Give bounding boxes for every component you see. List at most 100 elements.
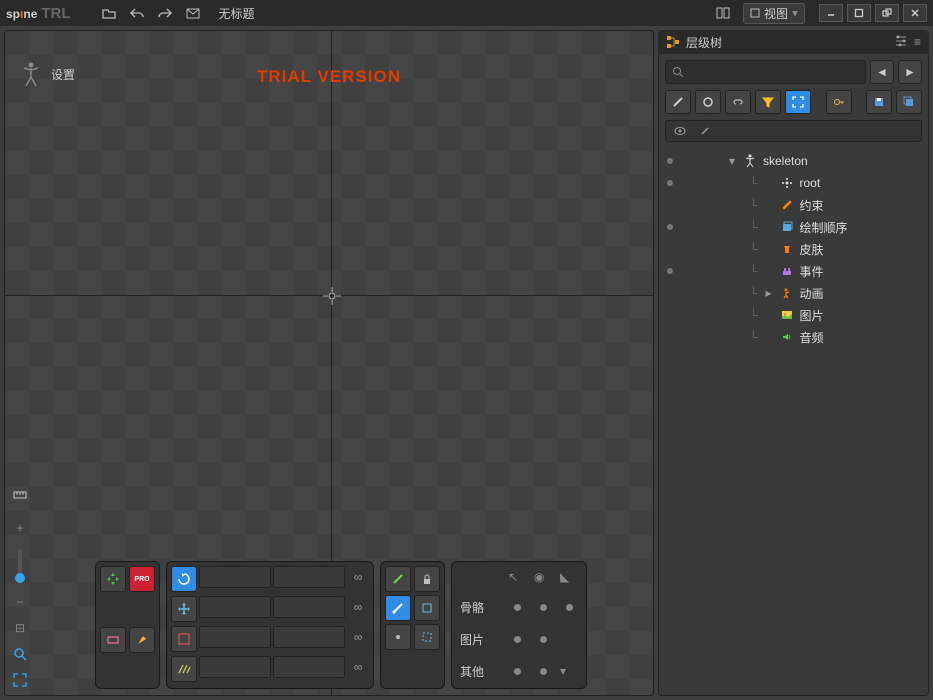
toggle-dot[interactable] (667, 158, 673, 164)
weights-tool[interactable] (100, 627, 126, 653)
visibility-panel: ↖ ◉ ◣ 骨骼 图片 其他 ▾ (451, 561, 587, 689)
layout-icon[interactable] (713, 3, 733, 23)
close-button[interactable] (903, 4, 927, 22)
tree-row[interactable]: └约束 (665, 194, 922, 216)
slot-filter[interactable] (695, 90, 721, 114)
viewport[interactable]: 设置 TRIAL VERSION + − ⊟ PRO (4, 30, 654, 696)
tree-row[interactable]: └▸动画 (665, 282, 922, 304)
translate-tool[interactable] (171, 596, 197, 622)
vis-other-select[interactable] (514, 668, 521, 675)
bone-tool[interactable] (385, 566, 411, 592)
link-icon[interactable]: ∞ (347, 566, 369, 588)
rotate-field-2[interactable] (273, 566, 345, 588)
filter-icon[interactable] (755, 90, 781, 114)
fit-icon[interactable] (11, 671, 29, 689)
toggle-dot[interactable] (667, 180, 673, 186)
save-icon[interactable] (866, 90, 892, 114)
audio-icon (780, 330, 794, 344)
bounds-icon[interactable] (414, 624, 440, 650)
modifier-panel (380, 561, 445, 689)
maximize-button[interactable] (847, 4, 871, 22)
setup-icon (21, 61, 41, 87)
man-icon (743, 154, 757, 168)
viewport-left-tools: + − ⊟ (11, 489, 29, 689)
trial-tag: TRL (41, 5, 70, 22)
vis-bones-label: 骨骼 (460, 599, 500, 616)
toggle-dot[interactable] (667, 224, 673, 230)
create-tool[interactable] (129, 627, 155, 653)
open-icon[interactable] (99, 3, 119, 23)
tree-row[interactable]: └皮肤 (665, 238, 922, 260)
view-dropdown[interactable]: 视图 ▾ (743, 3, 805, 24)
minus-icon[interactable]: − (11, 593, 29, 611)
zoom-icon[interactable] (11, 645, 29, 663)
tree-row[interactable]: └事件 (665, 260, 922, 282)
shear-tool[interactable] (171, 656, 197, 682)
one-to-one-icon[interactable]: ⊟ (11, 619, 29, 637)
link-icon-4[interactable]: ∞ (347, 656, 369, 678)
shear-y-field[interactable] (273, 656, 345, 678)
next-button[interactable]: ► (898, 60, 922, 84)
attachment-filter[interactable] (725, 90, 751, 114)
key-icon[interactable] (826, 90, 852, 114)
minimize-button[interactable] (819, 4, 843, 22)
restore-button[interactable] (875, 4, 899, 22)
tree-row[interactable]: └音频 (665, 326, 922, 348)
visibility-col-icon[interactable] (674, 126, 686, 136)
rotate-field[interactable] (199, 566, 271, 588)
pro-badge[interactable]: PRO (129, 566, 155, 592)
scale-x-field[interactable] (199, 626, 271, 648)
mail-icon[interactable] (183, 3, 203, 23)
vis-bones-show[interactable] (540, 604, 547, 611)
trial-watermark: TRIAL VERSION (257, 67, 401, 87)
tree-item-label: 皮肤 (800, 241, 824, 258)
order-icon (780, 220, 794, 234)
vis-bones-name[interactable] (566, 604, 573, 611)
tree-row[interactable]: └绘制顺序 (665, 216, 922, 238)
tree-row[interactable]: └root (665, 172, 922, 194)
move-tool[interactable] (100, 566, 126, 592)
expand-toggle[interactable]: ▸ (764, 286, 774, 300)
save-all-icon[interactable] (896, 90, 922, 114)
expand-toggle[interactable]: ▾ (727, 154, 737, 168)
img-icon (780, 308, 794, 322)
link-icon-2[interactable]: ∞ (347, 596, 369, 618)
prev-button[interactable]: ◄ (870, 60, 894, 84)
translate-y-field[interactable] (273, 596, 345, 618)
menu-icon[interactable]: ≡ (914, 35, 921, 49)
toggle-dot[interactable] (667, 268, 673, 274)
mode-label[interactable]: 设置 (21, 61, 75, 87)
vis-images-show[interactable] (540, 636, 547, 643)
compensate-icon[interactable] (414, 595, 440, 621)
search-input[interactable] (665, 60, 866, 84)
tree-row[interactable]: ▾skeleton (665, 150, 922, 172)
link-icon-3[interactable]: ∞ (347, 626, 369, 648)
bone-filter[interactable] (665, 90, 691, 114)
zoom-slider[interactable] (18, 549, 22, 581)
tree-row[interactable]: └图片 (665, 304, 922, 326)
tree-item-label: 图片 (800, 307, 824, 324)
vis-bones-select[interactable] (514, 604, 521, 611)
rotate-tool[interactable] (171, 566, 197, 592)
hierarchy-tree[interactable]: ▾skeleton└root└约束└绘制顺序└皮肤└事件└▸动画└图片└音频 (665, 146, 922, 352)
scale-tool[interactable] (171, 626, 197, 652)
focus-icon[interactable] (785, 90, 811, 114)
shear-x-field[interactable] (199, 656, 271, 678)
ruler-icon[interactable] (11, 489, 29, 507)
hierarchy-title: 层级树 (686, 34, 722, 51)
vis-images-select[interactable] (514, 636, 521, 643)
vis-images-label: 图片 (460, 631, 500, 648)
translate-x-field[interactable] (199, 596, 271, 618)
vis-other-show[interactable] (540, 668, 547, 675)
plus-icon[interactable]: + (11, 519, 29, 537)
pose-lock[interactable] (414, 566, 440, 592)
redo-icon[interactable] (155, 3, 175, 23)
undo-icon[interactable] (127, 3, 147, 23)
origin-marker (323, 287, 341, 308)
transform-panel: PRO (95, 561, 160, 689)
link-col-icon[interactable] (700, 126, 710, 136)
scale-y-field[interactable] (273, 626, 345, 648)
settings-icon[interactable] (894, 35, 908, 50)
options-icon[interactable] (385, 624, 411, 650)
pose-tool[interactable] (385, 595, 411, 621)
